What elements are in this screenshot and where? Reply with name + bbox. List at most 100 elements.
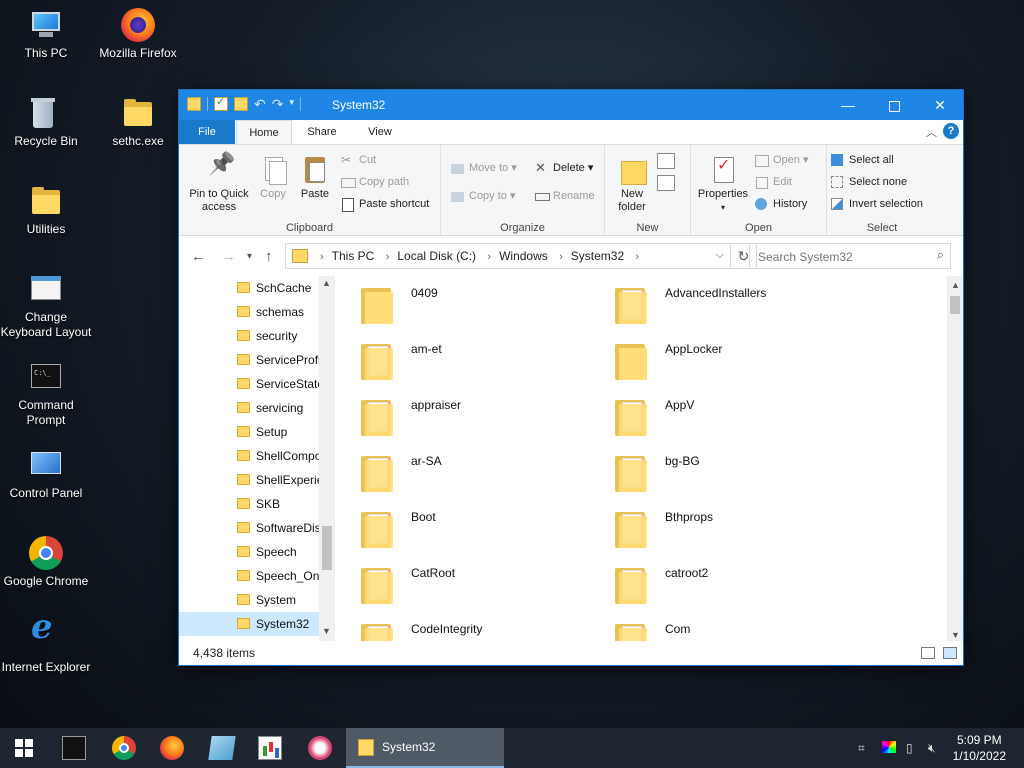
new-item-icon[interactable] <box>657 153 675 169</box>
nav-item[interactable]: SoftwareDistribution <box>179 516 319 540</box>
nav-item[interactable]: SKB <box>179 492 319 516</box>
cut-button[interactable]: Cut <box>341 151 376 169</box>
redo-icon[interactable]: ↷ <box>272 97 284 111</box>
breadcrumb-item[interactable]: Windows <box>499 249 548 263</box>
tab-view[interactable]: View <box>365 120 395 144</box>
new-folder-button[interactable]: New folder <box>611 155 653 214</box>
desktop-icon-firefox[interactable]: Mozilla Firefox <box>92 8 184 61</box>
paint-taskbar-icon[interactable] <box>308 736 332 760</box>
breadcrumb-item[interactable]: This PC <box>332 249 375 263</box>
folder-item[interactable]: CatRoot <box>337 556 587 612</box>
scroll-thumb[interactable] <box>322 526 332 570</box>
folder-item[interactable]: Com <box>591 612 841 642</box>
folder-item[interactable]: catroot2 <box>591 556 841 612</box>
tab-file[interactable]: File <box>179 120 235 144</box>
chrome-taskbar-icon[interactable] <box>112 736 136 760</box>
folder-item[interactable]: am-et <box>337 332 587 388</box>
title-bar[interactable]: ↶ ↷ ▾ System32 ― ✕ <box>179 90 963 120</box>
folder-item[interactable]: Boot <box>337 500 587 556</box>
network-icon[interactable]: ⌗ <box>858 741 865 756</box>
customize-toolbar-icon[interactable]: ▾ <box>289 97 294 111</box>
copy-button[interactable]: Copy <box>255 155 291 201</box>
nav-item[interactable]: Setup <box>179 420 319 444</box>
copy-path-button[interactable]: Copy path <box>341 173 409 191</box>
new-folder-quick-icon[interactable] <box>234 97 248 111</box>
notepad-taskbar-icon[interactable] <box>208 736 236 760</box>
desktop-icon-utilities[interactable]: Utilities <box>0 184 92 237</box>
tab-home[interactable]: Home <box>236 120 292 144</box>
scroll-up-icon[interactable]: ▲ <box>322 278 331 288</box>
nav-item[interactable]: Speech <box>179 540 319 564</box>
folder-item[interactable]: AdvancedInstallers <box>591 276 841 332</box>
color-icon[interactable] <box>882 741 896 753</box>
scroll-down-icon[interactable]: ▼ <box>951 630 960 640</box>
select-all-button[interactable]: Select all <box>831 151 894 169</box>
details-view-icon[interactable] <box>921 647 935 659</box>
select-none-button[interactable]: Select none <box>831 173 907 191</box>
nav-item[interactable]: servicing <box>179 396 319 420</box>
nav-item[interactable]: ShellComponents <box>179 444 319 468</box>
desktop-icon-recycle-bin[interactable]: Recycle Bin <box>0 96 92 149</box>
recent-locations-icon[interactable]: ▾ <box>247 251 252 262</box>
nav-scrollbar[interactable]: ▲ ▼ <box>319 276 335 642</box>
nav-item[interactable]: ServiceProfiles <box>179 348 319 372</box>
nav-item[interactable]: Speech_OneCore <box>179 564 319 588</box>
task-manager-taskbar-icon[interactable] <box>258 736 282 760</box>
folder-item[interactable]: Bthprops <box>591 500 841 556</box>
explorer-taskbar-button[interactable]: System32 <box>346 728 504 768</box>
close-button[interactable]: ✕ <box>917 90 963 120</box>
back-button[interactable]: ← <box>191 248 206 265</box>
scroll-down-icon[interactable]: ▼ <box>322 626 331 636</box>
command-prompt-taskbar-icon[interactable] <box>62 736 86 760</box>
delete-button[interactable]: Delete ▾ <box>535 159 593 177</box>
desktop-icon-this-pc[interactable]: This PC <box>0 8 92 61</box>
desktop-icon-chrome[interactable]: Google Chrome <box>0 536 92 589</box>
nav-item[interactable]: System <box>179 588 319 612</box>
folder-item[interactable]: bg-BG <box>591 444 841 500</box>
folder-item[interactable]: AppLocker <box>591 332 841 388</box>
easy-access-icon[interactable] <box>657 175 675 191</box>
volume-muted-icon[interactable]: 🔇︎ <box>928 741 936 756</box>
system-clock[interactable]: 5:09 PM 1/10/2022 <box>953 732 1006 764</box>
properties-button[interactable]: Properties ▾ <box>695 155 751 214</box>
start-button[interactable] <box>0 728 48 768</box>
nav-item[interactable]: ShellExperiences <box>179 468 319 492</box>
edit-button[interactable]: Edit <box>755 173 792 191</box>
nav-item[interactable]: schemas <box>179 300 319 324</box>
desktop-icon-command-prompt[interactable]: Command Prompt <box>0 360 92 428</box>
nav-item-selected[interactable]: System32 <box>179 612 319 636</box>
search-input[interactable] <box>756 248 928 266</box>
folder-item[interactable]: CodeIntegrity <box>337 612 587 642</box>
content-scrollbar[interactable]: ▲ ▼ <box>947 276 963 642</box>
nav-item[interactable]: SchCache <box>179 276 319 300</box>
folder-item[interactable]: ar-SA <box>337 444 587 500</box>
invert-selection-button[interactable]: Invert selection <box>831 195 923 213</box>
desktop-icon-sethc[interactable]: sethc.exe <box>92 96 184 149</box>
forward-button[interactable]: → <box>221 248 236 265</box>
firefox-taskbar-icon[interactable] <box>160 736 184 760</box>
up-button[interactable]: ↑ <box>265 248 273 265</box>
desktop-icon-control-panel[interactable]: Control Panel <box>0 448 92 501</box>
desktop-icon-keyboard-layout[interactable]: Change Keyboard Layout <box>0 272 92 340</box>
breadcrumb-item[interactable]: Local Disk (C:) <box>397 249 476 263</box>
minimize-button[interactable]: ― <box>825 90 871 120</box>
folder-item[interactable]: AppV <box>591 388 841 444</box>
nav-item[interactable]: ServiceState <box>179 372 319 396</box>
properties-quick-icon[interactable] <box>214 95 228 111</box>
usb-icon[interactable]: ▯ <box>906 741 913 755</box>
history-button[interactable]: History <box>755 195 807 213</box>
undo-icon[interactable]: ↶ <box>254 97 266 111</box>
tab-share[interactable]: Share <box>307 120 337 144</box>
breadcrumb-item[interactable]: System32 <box>571 249 624 263</box>
desktop-icon-internet-explorer[interactable]: e Internet Explorer <box>0 610 92 675</box>
maximize-button[interactable] <box>871 90 917 120</box>
address-dropdown-icon[interactable]: ⌵ <box>716 249 724 262</box>
folder-item[interactable]: 0409 <box>337 276 587 332</box>
move-to-button[interactable]: Move to ▾ <box>451 159 517 177</box>
search-box[interactable]: ⌕ <box>749 243 951 269</box>
open-button[interactable]: Open ▾ <box>755 151 809 169</box>
scroll-thumb[interactable] <box>950 296 960 314</box>
folder-item[interactable]: appraiser <box>337 388 587 444</box>
large-icons-view-icon[interactable] <box>943 647 957 659</box>
paste-shortcut-button[interactable]: Paste shortcut <box>341 195 429 213</box>
